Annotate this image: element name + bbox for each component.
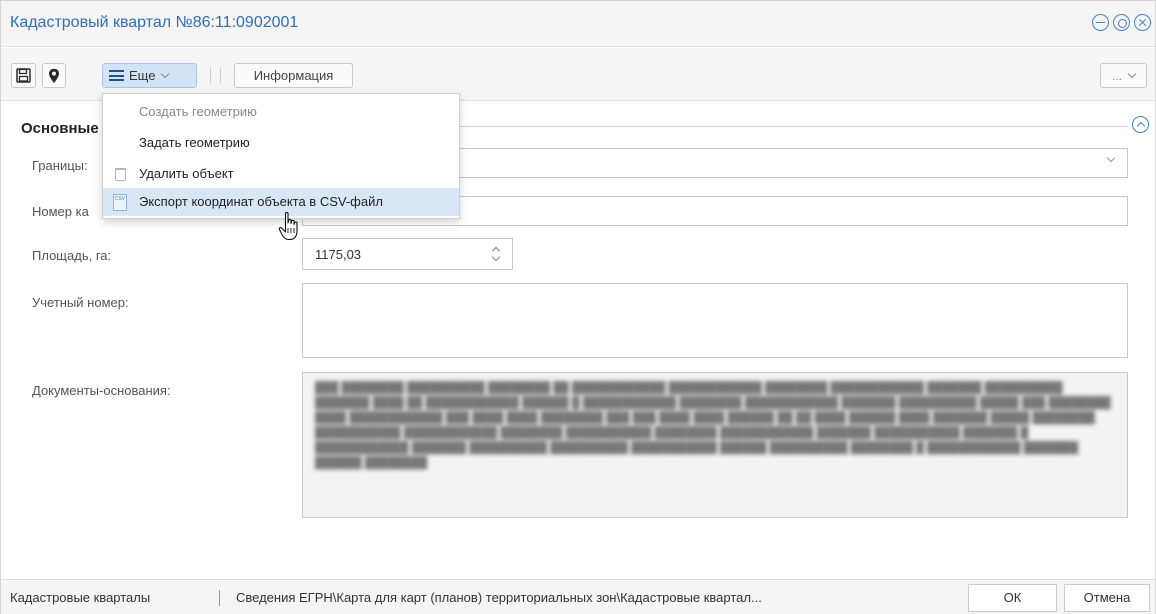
minimize-icon[interactable] — [1092, 14, 1109, 31]
layer-path: Сведения ЕГРН\Карта для карт (планов) те… — [236, 590, 762, 605]
section-title: Основные — [21, 120, 99, 137]
window-title: Кадастровый квартал №86:11:0902001 — [10, 14, 299, 31]
overflow-menu-button[interactable]: ... — [1100, 63, 1147, 88]
menu-item-delete-object[interactable]: Удалить объект — [103, 160, 459, 188]
redacted-text: ███ ████████ ██████████ ████████ ██ ████… — [315, 382, 1111, 469]
menu-item-label: Создать геометрию — [139, 104, 257, 119]
collapse-section-icon[interactable] — [1132, 116, 1149, 133]
menu-item-label: Задать геометрию — [139, 135, 250, 150]
settings-icon[interactable] — [1113, 14, 1130, 31]
trash-icon — [115, 168, 126, 181]
title-bar: Кадастровый квартал №86:11:0902001 — [1, 1, 1155, 47]
borders-label: Границы: — [32, 158, 88, 173]
more-menu-button[interactable]: Еще — [102, 63, 197, 88]
section-divider — [456, 126, 1128, 127]
save-button[interactable] — [11, 63, 36, 88]
documents-label: Документы-основания: — [32, 383, 171, 398]
menu-item-label: Удалить объект — [139, 166, 234, 181]
map-pin-icon — [49, 68, 59, 83]
chevron-down-icon — [161, 69, 170, 78]
footer-divider — [219, 590, 220, 606]
ok-button[interactable]: ОК — [968, 584, 1057, 612]
close-icon[interactable] — [1134, 14, 1151, 31]
record-number-textarea[interactable] — [302, 283, 1128, 358]
more-menu-label: Еще — [129, 68, 156, 83]
hamburger-icon — [109, 70, 124, 81]
menu-item-create-geometry[interactable]: Создать геометрию — [103, 98, 459, 126]
record-number-label: Учетный номер: — [32, 295, 129, 310]
status-footer: Кадастровые кварталы Сведения ЕГРН\Карта… — [1, 579, 1155, 614]
chevron-down-icon — [1106, 153, 1116, 163]
csv-file-icon: CSV — [113, 194, 127, 211]
spinner-icon[interactable] — [492, 245, 500, 263]
location-button[interactable] — [42, 63, 66, 88]
menu-item-label: Экспорт координат объекта в CSV-файл — [139, 194, 383, 209]
area-stepper[interactable]: 1175,03 — [302, 238, 513, 270]
overflow-menu-label: ... — [1111, 68, 1122, 83]
hand-pointer-icon — [278, 211, 298, 241]
toolbar-divider — [210, 67, 211, 84]
area-label: Площадь, га: — [32, 248, 112, 263]
window-controls — [1092, 14, 1151, 31]
cadastral-number-label: Номер ка — [32, 204, 89, 219]
menu-item-set-geometry[interactable]: Задать геометрию — [103, 129, 459, 157]
layer-name: Кадастровые кварталы — [10, 590, 151, 605]
cancel-button[interactable]: Отмена — [1064, 584, 1150, 612]
dialog-window: Кадастровый квартал №86:11:0902001 Еще И… — [0, 0, 1156, 614]
area-value: 1175,03 — [315, 247, 362, 262]
save-icon — [16, 68, 31, 83]
toolbar-divider — [220, 67, 221, 84]
chevron-down-icon — [1127, 69, 1137, 78]
info-button[interactable]: Информация — [234, 63, 353, 88]
more-dropdown-menu: Создать геометрию Задать геометрию Удали… — [102, 93, 460, 219]
documents-textarea[interactable]: ███ ████████ ██████████ ████████ ██ ████… — [302, 372, 1128, 518]
